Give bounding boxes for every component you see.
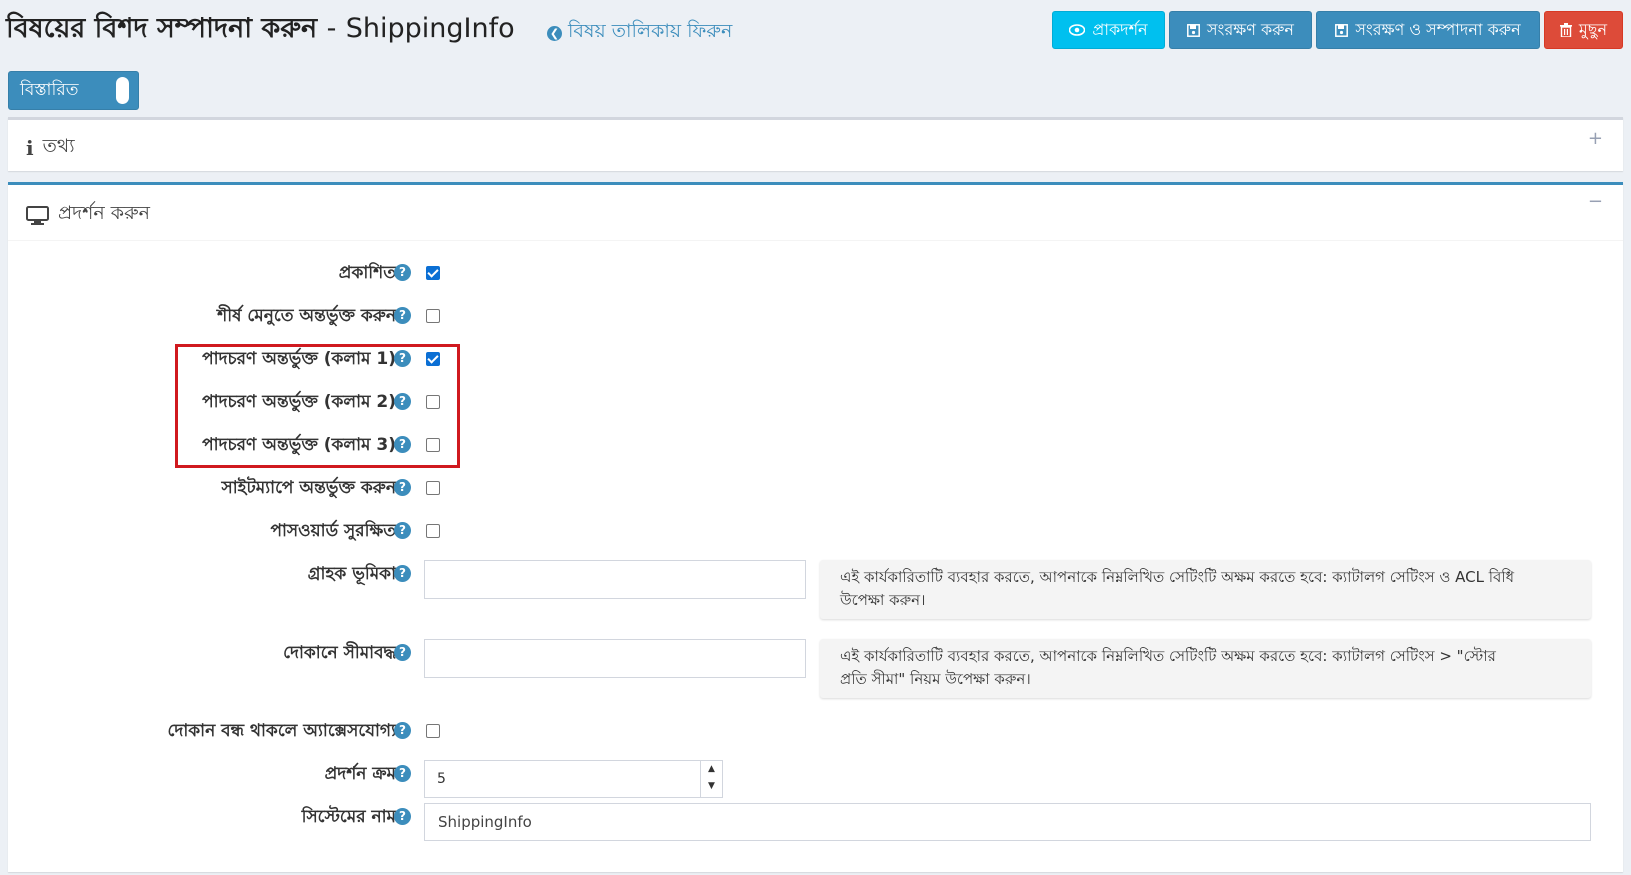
help-question-icon[interactable]: ? (394, 350, 411, 367)
spin-up-icon[interactable]: ▲ (701, 761, 722, 778)
customer-roles-note-line2: উপেক্ষা করুন। (840, 591, 926, 609)
save-button-label: সংরক্ষণ করুন (1206, 19, 1294, 39)
display-panel: প্রদর্শন করুন − প্রকাশিত ? শীর্ষ মেনুতে … (8, 182, 1623, 872)
customer-roles-note: এই কার্যকারিতাটি ব্যবহার করতে, আপনাকে নি… (820, 560, 1591, 619)
form-row-include-top-menu: শীর্ষ মেনুতে অন্তর্ভুক্ত করুন ? (8, 304, 1623, 328)
footer-col2-label: পাদচরণ অন্তর্ভুক্ত (কলাম 2) (202, 392, 396, 412)
spin-down-icon[interactable]: ▼ (701, 778, 722, 795)
page-title: বিষয়ের বিশদ সম্পাদনা করুন - ShippingInf… (6, 8, 515, 53)
display-order-spinner[interactable]: ▲ ▼ (700, 761, 722, 797)
form-row-footer-col2: পাদচরণ অন্তর্ভুক্ত (কলাম 2) ? (8, 390, 1623, 414)
display-order-label: প্রদর্শন ক্রম (324, 764, 396, 784)
panel-divider (8, 240, 1623, 241)
advanced-mode-toggle[interactable]: বিস্তারিত (8, 71, 139, 110)
customer-roles-note-line1: এই কার্যকারিতাটি ব্যবহার করতে, আপনাকে নি… (840, 568, 1515, 586)
limited-to-stores-label: দোকানে সীমাবদ্ধ (283, 643, 396, 663)
footer-col3-label: পাদচরণ অন্তর্ভুক্ত (কলাম 3) (202, 435, 396, 455)
help-question-icon[interactable]: ? (394, 644, 411, 661)
help-question-icon[interactable]: ? (394, 522, 411, 539)
save-continue-edit-label: সংরক্ষণ ও সম্পাদনা করুন (1355, 19, 1521, 39)
floppy-disk-icon (1187, 23, 1200, 37)
desktop-monitor-icon (26, 205, 49, 225)
include-sitemap-label: সাইটম্যাপে অন্তর্ভুক্ত করুন (221, 478, 396, 498)
help-question-icon[interactable]: ? (394, 565, 411, 582)
save-continue-edit-button[interactable]: সংরক্ষণ ও সম্পাদনা করুন (1316, 11, 1540, 49)
floppy-disk-icon (1335, 23, 1349, 37)
collapse-minus-icon[interactable]: − (1588, 191, 1603, 212)
accessible-when-closed-checkbox[interactable] (426, 724, 440, 738)
form-row-include-sitemap: সাইটম্যাপে অন্তর্ভুক্ত করুন ? (8, 476, 1623, 500)
display-panel-title: প্রদর্শন করুন (58, 202, 150, 224)
page-title-text: বিষয়ের বিশদ সম্পাদনা করুন (6, 13, 318, 44)
limited-to-stores-input[interactable] (424, 639, 806, 678)
topic-edit-page: বিষয়ের বিশদ সম্পাদনা করুন - ShippingInf… (0, 0, 1631, 875)
arrow-left-circle-icon: ❮ (547, 25, 562, 41)
display-order-value: 5 (437, 771, 446, 787)
footer-col1-label: পাদচরণ অন্তর্ভুক্ত (কলাম 1) (202, 349, 396, 369)
system-name-input[interactable]: ShippingInfo (424, 803, 1591, 841)
info-panel-title: তথ্য (42, 135, 75, 157)
toggle-knob (116, 77, 129, 104)
customer-roles-label: গ্রাহক ভূমিকা (307, 564, 396, 584)
save-button[interactable]: সংরক্ষণ করুন (1169, 11, 1312, 49)
page-title-name: ShippingInfo (345, 13, 515, 44)
trash-icon (1559, 23, 1572, 37)
form-row-footer-col1: পাদচরণ অন্তর্ভুক্ত (কলাম 1) ? (8, 347, 1623, 371)
advanced-mode-label: বিস্তারিত (20, 80, 79, 100)
display-panel-header[interactable]: প্রদর্শন করুন (26, 199, 150, 231)
back-to-list-link[interactable]: ❮ বিষয় তালিকায় ফিরুন (547, 17, 732, 49)
help-question-icon[interactable]: ? (394, 436, 411, 453)
info-icon: i (26, 136, 34, 160)
form-row-footer-col3: পাদচরণ অন্তর্ভুক্ত (কলাম 3) ? (8, 433, 1623, 457)
limited-to-stores-note-line1: এই কার্যকারিতাটি ব্যবহার করতে, আপনাকে নি… (840, 647, 1496, 665)
page-header: বিষয়ের বিশদ সম্পাদনা করুন - ShippingInf… (0, 0, 1631, 60)
form-row-published: প্রকাশিত ? (8, 261, 1623, 285)
limited-to-stores-note: এই কার্যকারিতাটি ব্যবহার করতে, আপনাকে নি… (820, 639, 1591, 698)
customer-roles-input[interactable] (424, 560, 806, 599)
page-title-separator: - (326, 13, 337, 44)
help-question-icon[interactable]: ? (394, 307, 411, 324)
password-protected-label: পাসওয়ার্ড সুরক্ষিত (270, 521, 396, 541)
accessible-when-closed-label: দোকান বন্ধ থাকলে অ্যাক্সেসযোগ্য (167, 721, 397, 741)
help-question-icon[interactable]: ? (394, 393, 411, 410)
include-top-menu-checkbox[interactable] (426, 309, 440, 323)
form-row-accessible-when-closed: দোকান বন্ধ থাকলে অ্যাক্সেসযোগ্য ? (8, 719, 1623, 743)
footer-col1-checkbox[interactable] (426, 352, 440, 366)
preview-button[interactable]: প্রাকদর্শন (1052, 11, 1165, 49)
footer-col3-checkbox[interactable] (426, 438, 440, 452)
limited-to-stores-note-line2: প্রতি সীমা" নিয়ম উপেক্ষা করুন। (840, 670, 1031, 688)
form-row-password-protected: পাসওয়ার্ড সুরক্ষিত ? (8, 519, 1623, 543)
help-question-icon[interactable]: ? (394, 722, 411, 739)
expand-plus-icon[interactable]: + (1588, 128, 1603, 149)
published-label: প্রকাশিত (338, 263, 396, 283)
display-order-input[interactable]: 5 ▲ ▼ (424, 760, 723, 798)
help-question-icon[interactable]: ? (394, 264, 411, 281)
help-question-icon[interactable]: ? (394, 808, 411, 825)
password-protected-checkbox[interactable] (426, 524, 440, 538)
info-panel-header[interactable]: i তথ্য (26, 132, 75, 164)
include-sitemap-checkbox[interactable] (426, 481, 440, 495)
form-row-display-order: প্রদর্শন ক্রম ? (8, 762, 1623, 786)
delete-button-label: মুছুন (1578, 19, 1608, 39)
footer-col2-checkbox[interactable] (426, 395, 440, 409)
help-question-icon[interactable]: ? (394, 479, 411, 496)
eye-icon (1069, 24, 1086, 36)
include-top-menu-label: শীর্ষ মেনুতে অন্তর্ভুক্ত করুন (217, 306, 396, 326)
system-name-label: সিস্টেমের নাম (301, 807, 396, 827)
back-to-list-label: বিষয় তালিকায় ফিরুন (568, 20, 733, 42)
preview-button-label: প্রাকদর্শন (1092, 19, 1148, 39)
delete-button[interactable]: মুছুন (1544, 11, 1623, 49)
help-question-icon[interactable]: ? (394, 765, 411, 782)
info-panel: i তথ্য + (8, 117, 1623, 171)
published-checkbox[interactable] (426, 266, 440, 280)
